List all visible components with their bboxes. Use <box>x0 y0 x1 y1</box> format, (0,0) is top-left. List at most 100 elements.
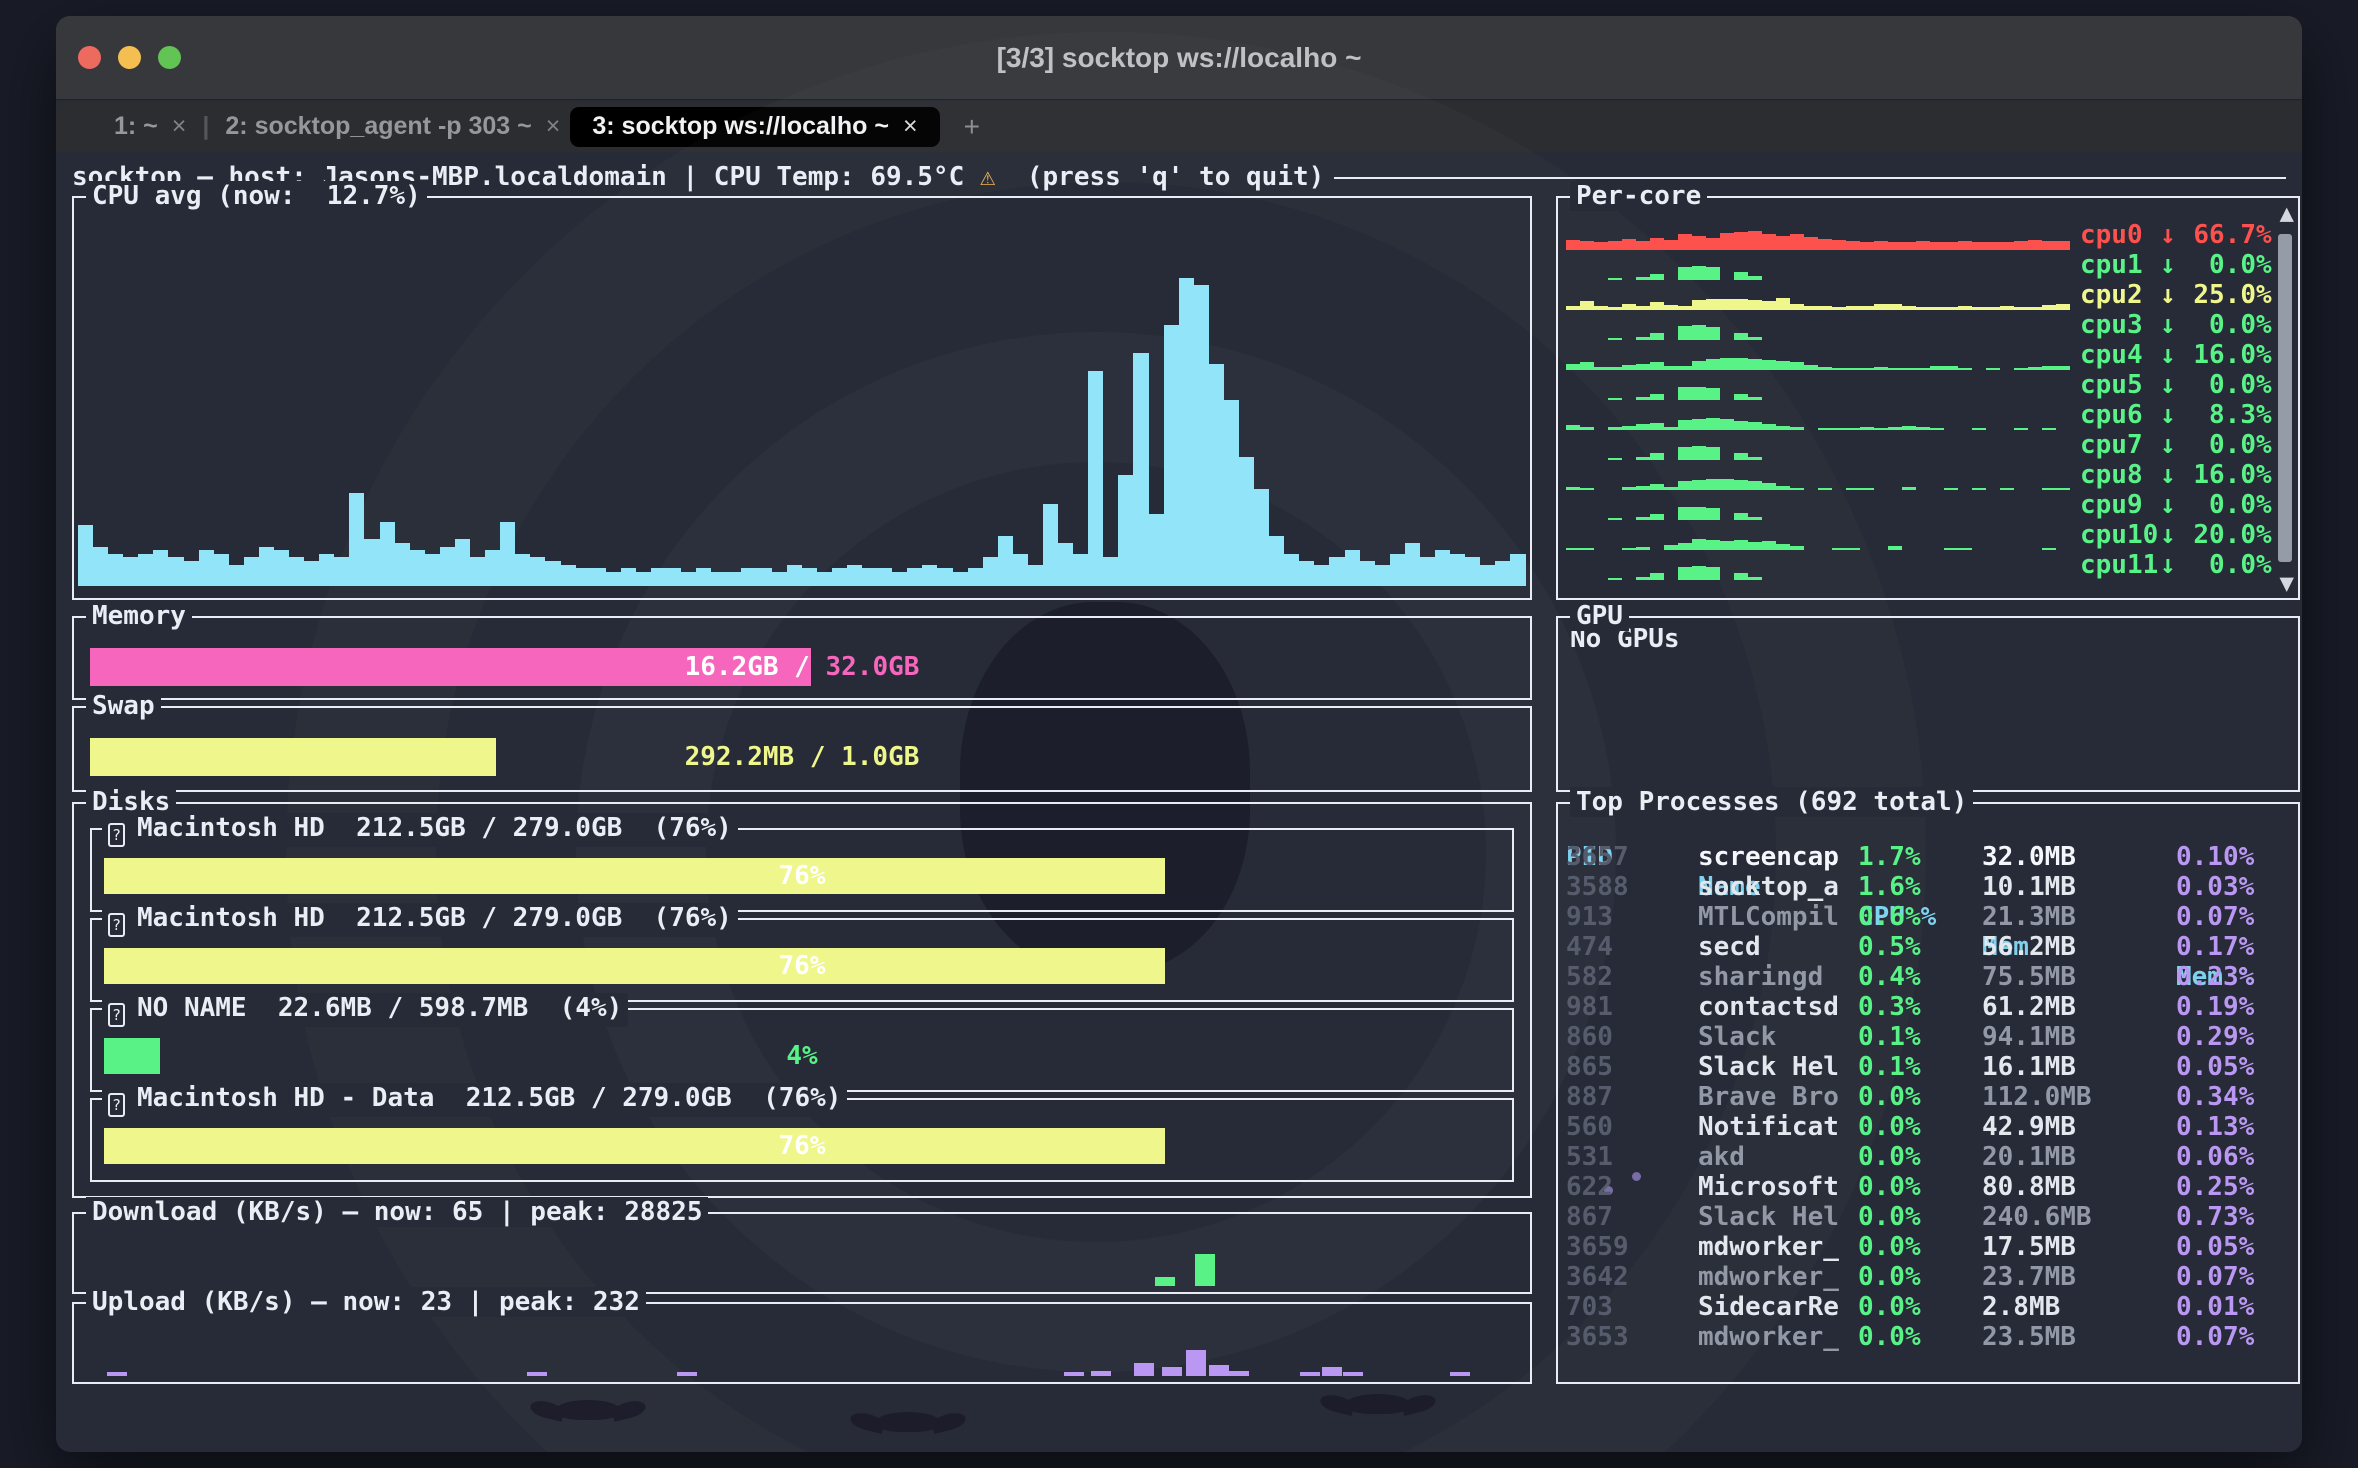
spark-bar <box>1748 276 1762 280</box>
spark-bar <box>1636 486 1650 490</box>
process-cpu: 0.0% <box>1858 1172 1921 1202</box>
panel-disks: Disks ?Macintosh HD 212.5GB / 279.0GB (7… <box>72 802 1532 1198</box>
disk-percent: 76% <box>779 951 826 981</box>
process-row: 865Slack Hel0.1%16.1MB0.05% <box>1558 1052 2298 1082</box>
spark-bar <box>1776 236 1790 250</box>
process-name: secd <box>1698 932 1761 962</box>
process-name: akd <box>1698 1142 1745 1172</box>
spark-bar <box>1762 234 1776 250</box>
cpu-avg-bar <box>847 565 862 586</box>
panel-download: Download (KB/s) — now: 65 | peak: 28825 <box>72 1212 1532 1294</box>
spark-bar <box>1944 488 1958 490</box>
spark-bar <box>1692 387 1706 401</box>
cpu-avg-bar <box>892 572 907 586</box>
spark-bar <box>1706 418 1720 430</box>
spark-bar <box>1622 548 1636 550</box>
spark-bar <box>1734 333 1748 340</box>
cpu-avg-bar <box>214 554 229 586</box>
core-percent: 0.0% <box>2176 550 2272 580</box>
new-tab-button[interactable]: + <box>940 111 980 143</box>
cpu-avg-bar <box>319 554 334 586</box>
core-percent: 0.0% <box>2176 430 2272 460</box>
spark-bar <box>1930 307 1944 310</box>
cpu-avg-bar <box>983 557 998 586</box>
spark-bar <box>1650 484 1664 490</box>
cpu-avg-bar <box>998 536 1013 586</box>
process-row: 3653mdworker_0.0%23.5MB0.07% <box>1558 1322 2298 1352</box>
cpu-avg-bar <box>1073 554 1088 586</box>
spark-bar <box>1790 488 1804 490</box>
spark-bar <box>2042 241 2056 250</box>
spark-bar <box>1650 238 1664 250</box>
process-mem-pct: 0.13% <box>2176 1112 2254 1142</box>
spark-bar <box>1692 266 1706 280</box>
spark-bar <box>1958 306 1972 310</box>
close-tab-icon[interactable]: × <box>546 112 561 141</box>
upload-title: Upload (KB/s) — now: 23 | peak: 232 <box>86 1287 646 1317</box>
spark-bar <box>1832 548 1846 550</box>
cpu-avg-bar <box>772 572 787 586</box>
spark-bar <box>1678 481 1692 490</box>
core-row: cpu4↓16.0% <box>1566 340 2272 370</box>
spark-bar <box>1580 241 1594 250</box>
spark-bar <box>1692 325 1706 340</box>
spark-bar <box>1860 427 1874 430</box>
cpu-avg-bar <box>1043 504 1058 586</box>
spark-bar <box>1608 241 1622 250</box>
terminal-window: [3/3] socktop ws://localho ~ 1: ~ × | 2:… <box>56 16 2302 1452</box>
panel-swap: Swap 292.2MB / 1.0GB <box>72 706 1532 792</box>
cpu-avg-bar <box>349 493 364 586</box>
spark-bar <box>1916 427 1930 430</box>
spark-bar <box>2056 241 2070 250</box>
process-mem: 20.1MB <box>1982 1142 2076 1172</box>
upload-bar <box>1322 1367 1342 1376</box>
spark-bar <box>1902 487 1916 490</box>
process-name: mdworker_ <box>1698 1262 1839 1292</box>
spark-bar <box>1944 307 1958 310</box>
core-label: cpu2↓25.0% <box>2080 280 2272 310</box>
core-row: cpu11↓0.0% <box>1566 550 2272 580</box>
upload-bar <box>1209 1365 1229 1376</box>
cpu-avg-bar <box>1058 543 1073 586</box>
spark-bar <box>1734 272 1748 280</box>
upload-bar <box>1134 1363 1154 1376</box>
spark-bar <box>1860 242 1874 250</box>
scrollbar-thumb[interactable] <box>2278 234 2292 562</box>
process-mem-pct: 0.29% <box>2176 1022 2254 1052</box>
spark-bar <box>1692 539 1706 550</box>
tab-1[interactable]: 1: ~ × <box>104 107 196 147</box>
cpu-avg-bar <box>1179 278 1194 586</box>
cpu-avg-bar <box>1375 565 1390 586</box>
cpu-avg-bar <box>802 568 817 586</box>
close-tab-icon[interactable]: × <box>903 112 918 141</box>
spark-bar <box>1888 427 1902 430</box>
spark-bar <box>1902 426 1916 430</box>
app-header-quit-hint: (press 'q' to quit) <box>996 162 1325 192</box>
spark-bar <box>1930 242 1944 250</box>
cpu-avg-bar <box>1164 325 1179 586</box>
spark-bar <box>1706 479 1720 490</box>
cpu-avg-title: CPU avg (now: 12.7%) <box>86 181 427 211</box>
spark-bar <box>1846 241 1860 250</box>
upload-bar <box>1343 1372 1363 1376</box>
top-processes-title: Top Processes (692 total) <box>1570 787 1973 817</box>
core-label: cpu4↓16.0% <box>2080 340 2272 370</box>
cpu-avg-bar <box>1088 371 1103 586</box>
close-tab-icon[interactable]: × <box>172 112 187 141</box>
tab-2[interactable]: 2: socktop_agent -p 303 ~ × <box>215 107 570 147</box>
spark-bar <box>1678 567 1692 581</box>
process-pid: 887 <box>1566 1082 1613 1112</box>
scroll-up-icon[interactable]: ▲ <box>2280 200 2294 226</box>
spark-bar <box>2014 368 2028 370</box>
cpu-avg-bar <box>395 543 410 586</box>
spark-bar <box>2028 307 2042 310</box>
upload-bar <box>677 1372 697 1376</box>
tab-3-active[interactable]: 3: socktop ws://localho ~ × <box>570 107 939 147</box>
core-name: cpu9 <box>2080 490 2160 520</box>
scroll-down-icon[interactable]: ▼ <box>2280 570 2294 596</box>
spark-bar <box>1762 541 1776 550</box>
spark-bar <box>1762 301 1776 310</box>
process-row: 3659mdworker_0.0%17.5MB0.05% <box>1558 1232 2298 1262</box>
tab-label: 1: ~ <box>114 112 158 141</box>
spark-bar <box>1846 428 1860 430</box>
